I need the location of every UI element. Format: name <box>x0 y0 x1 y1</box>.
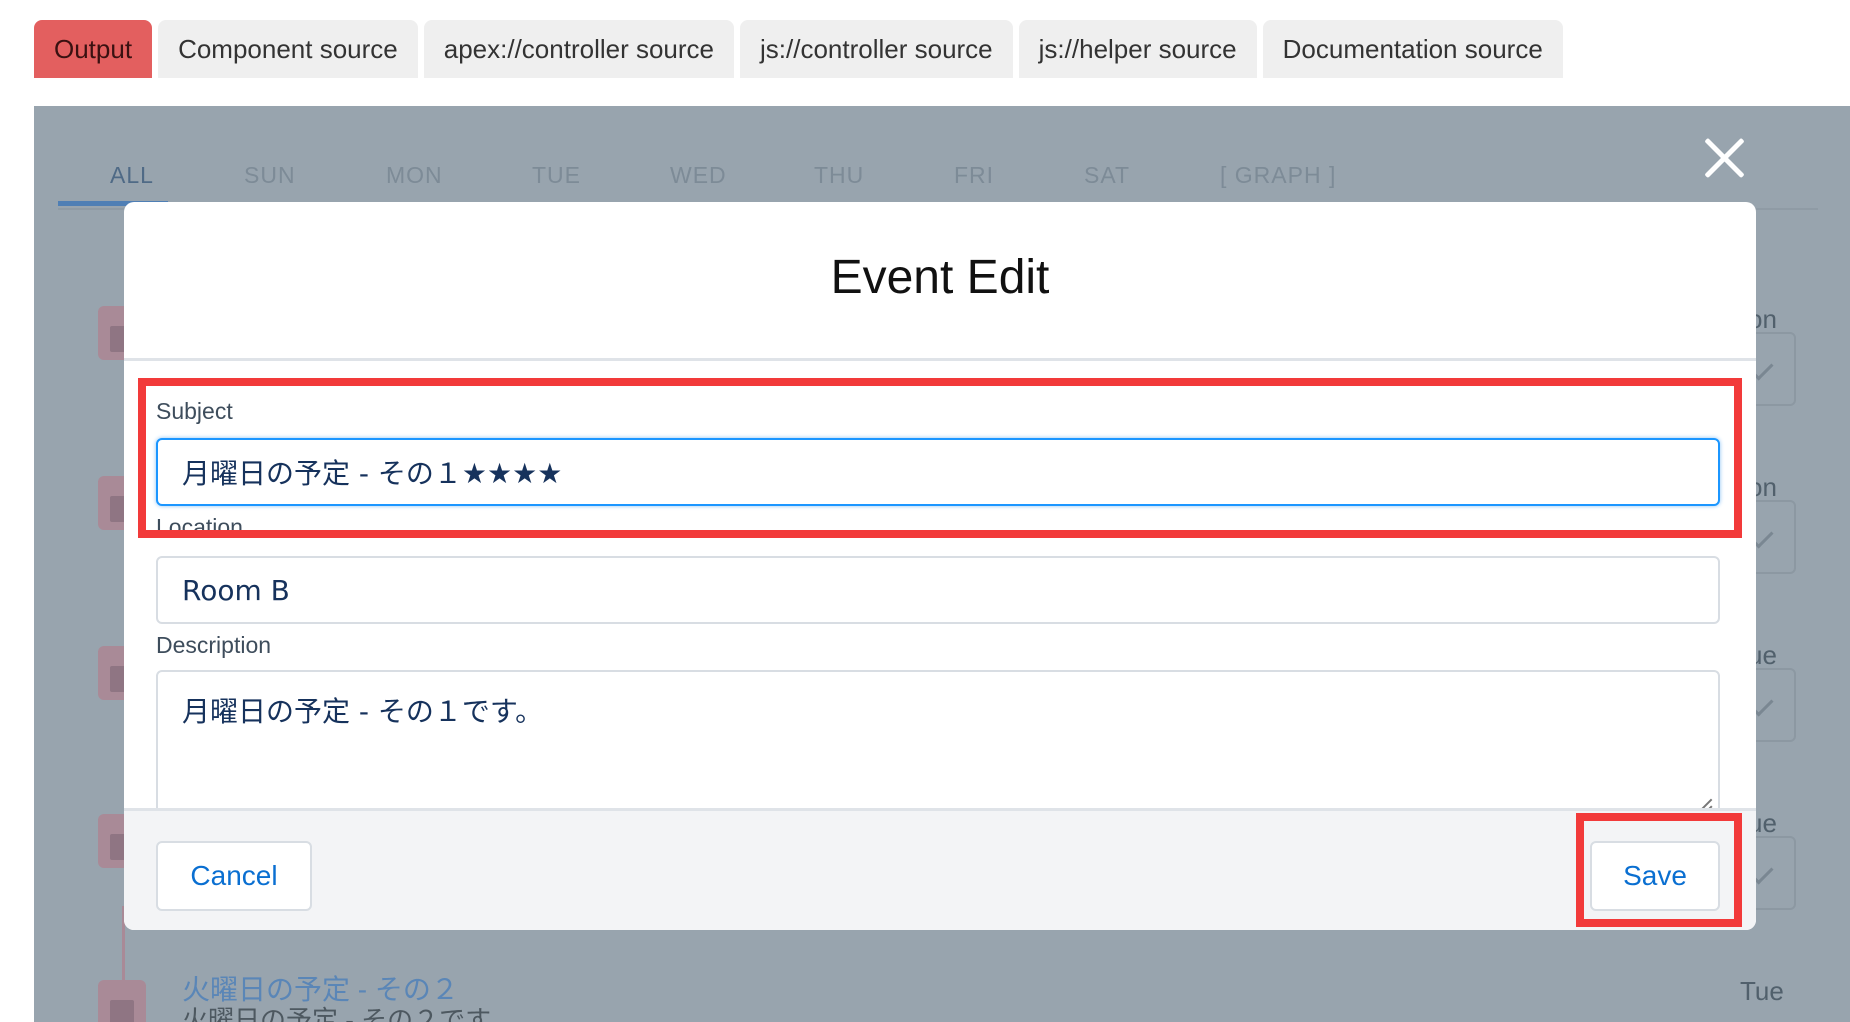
save-button[interactable]: Save <box>1590 841 1720 911</box>
day-tab-graph[interactable]: [ GRAPH ] <box>1220 162 1336 189</box>
subject-label: Subject <box>156 398 233 424</box>
day-tab-tue[interactable]: TUE <box>532 162 581 189</box>
source-tabs: Output Component source apex://controlle… <box>34 20 1563 78</box>
tab-component-source[interactable]: Component source <box>158 20 418 78</box>
tab-apex-controller-source[interactable]: apex://controller source <box>423 20 734 78</box>
modal-title: Event Edit <box>830 251 1050 304</box>
description-textarea[interactable]: 月曜日の予定 - その１です。 <box>156 670 1720 820</box>
day-tab-sun[interactable]: SUN <box>244 162 296 189</box>
cancel-button[interactable]: Cancel <box>156 841 312 911</box>
close-icon[interactable] <box>1702 136 1746 180</box>
modal-header: Event Edit <box>124 202 1756 361</box>
day-tab-sat[interactable]: SAT <box>1084 162 1130 189</box>
day-tabs: ALL SUN MON TUE WED THU FRI SAT [ GRAPH … <box>58 128 1818 210</box>
modal-footer: Cancel Save <box>124 808 1756 930</box>
description-label: Description <box>156 632 272 658</box>
tab-js-controller-source[interactable]: js://controller source <box>740 20 1013 78</box>
event-edit-modal: Event Edit Subject 月曜日の予定 - その１★★★★ Loca… <box>124 202 1756 930</box>
day-tab-thu[interactable]: THU <box>814 162 864 189</box>
tab-js-helper-source[interactable]: js://helper source <box>1018 20 1257 78</box>
list-item-day: Tue <box>1740 976 1784 1006</box>
active-tab-underline <box>34 70 152 74</box>
day-tab-all[interactable]: ALL <box>110 162 154 189</box>
subject-input[interactable]: 月曜日の予定 - その１★★★★ <box>156 438 1720 506</box>
day-tab-mon[interactable]: MON <box>386 162 443 189</box>
list-item-description: 火曜日の予定 - その２です。 <box>182 1005 515 1022</box>
location-input[interactable]: Room B <box>156 556 1720 624</box>
description-text: 月曜日の予定 - その１です。 <box>182 695 544 728</box>
location-label: Location <box>156 514 243 532</box>
day-tab-fri[interactable]: FRI <box>954 162 994 189</box>
tab-documentation-source[interactable]: Documentation source <box>1262 20 1563 78</box>
day-tab-wed[interactable]: WED <box>670 162 727 189</box>
